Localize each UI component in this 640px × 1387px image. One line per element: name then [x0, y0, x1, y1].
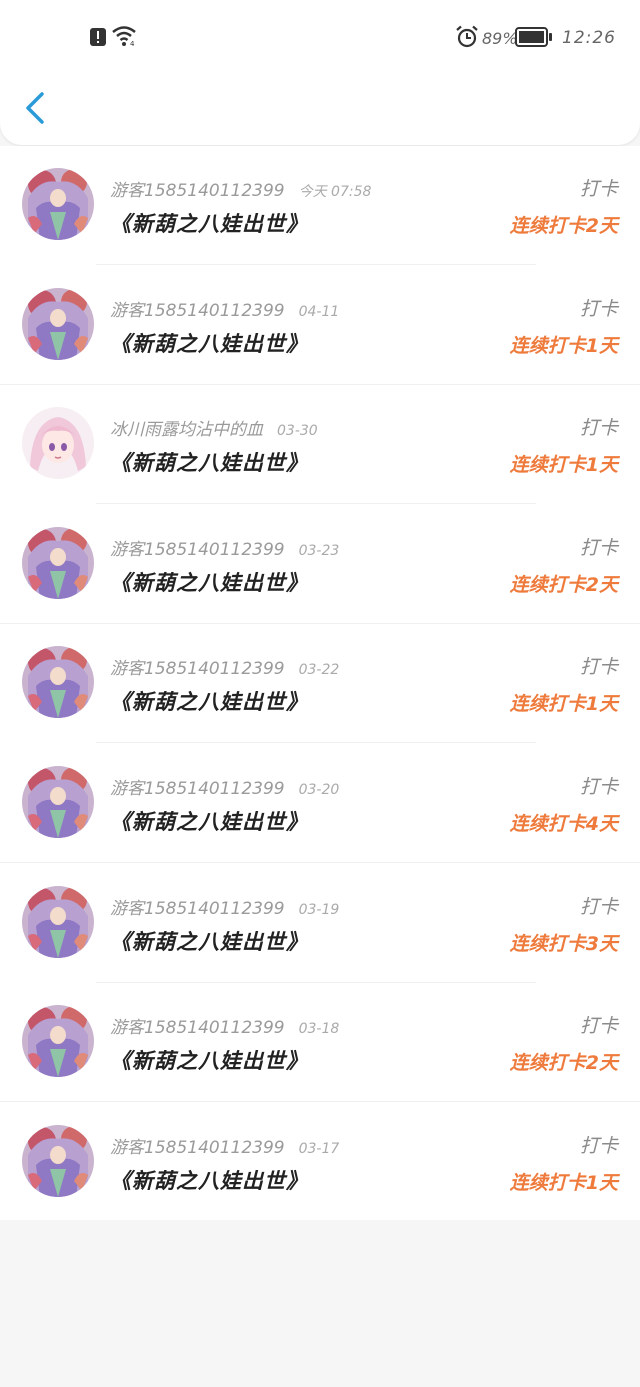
anime-avatar-red-icon — [22, 885, 94, 958]
anime-avatar-red-icon — [22, 1124, 94, 1197]
streak-text: 连续打卡2天 — [509, 215, 618, 237]
user-name: 冰川雨露均沾中的血 03-30 — [110, 415, 318, 440]
user-name: 游客1585140112399 03-22 — [110, 654, 339, 679]
checkin-date: 03-17 — [298, 1140, 340, 1157]
user-name-text: 游客1585140112399 — [110, 300, 285, 321]
avatar[interactable] — [22, 766, 94, 838]
battery-percent: 89% — [482, 29, 518, 48]
checkin-row[interactable]: 游客1585140112399 03-18 《新葫之八娃出世》 打卡 连续打卡2天 — [0, 983, 640, 1103]
user-name: 游客1585140112399 03-18 — [110, 1013, 339, 1038]
checkin-list: 游客1585140112399 今天 07:58 《新葫之八娃出世》 打卡 连续打… — [0, 146, 640, 1220]
streak-text: 连续打卡2天 — [509, 1052, 618, 1075]
checkin-tag: 打卡 — [579, 656, 618, 679]
checkin-row[interactable]: 冰川雨露均沾中的血 03-30 《新葫之八娃出世》 打卡 连续打卡1天 — [0, 385, 640, 505]
checkin-row[interactable]: 游客1585140112399 03-19 《新葫之八娃出世》 打卡 连续打卡3天 — [0, 864, 640, 983]
top-bar: 4 89% 12:26 — [0, 0, 640, 145]
streak-text: 连续打卡1天 — [509, 1171, 618, 1194]
checkin-tag: 打卡 — [579, 417, 618, 440]
checkin-row[interactable]: 游客1585140112399 03-17 《新葫之八娃出世》 打卡 连续打卡1天 — [0, 1103, 640, 1222]
wifi-icon: 4 — [112, 26, 136, 47]
streak-text: 连续打卡4天 — [509, 813, 618, 835]
user-name-text: 游客1585140112399 — [110, 898, 285, 919]
checkin-row[interactable]: 游客1585140112399 今天 07:58 《新葫之八娃出世》 打卡 连续打… — [0, 146, 640, 265]
streak-text: 连续打卡3天 — [509, 932, 618, 955]
streak-text: 连续打卡1天 — [509, 334, 618, 357]
alarm-icon — [456, 25, 478, 48]
checkin-row[interactable]: 游客1585140112399 03-22 《新葫之八娃出世》 打卡 连续打卡1天 — [0, 624, 640, 744]
checkin-date: 03-19 — [298, 901, 340, 918]
checkin-date: 03-30 — [277, 423, 318, 440]
back-button[interactable] — [18, 90, 54, 126]
anime-avatar-red-icon — [22, 1005, 94, 1078]
book-title[interactable]: 《新葫之八娃出世》 — [110, 567, 308, 597]
user-name-text: 游客1585140112399 — [110, 1018, 285, 1039]
user-name-text: 冰川雨露均沾中的血 — [110, 420, 263, 441]
user-name: 游客1585140112399 04-11 — [110, 296, 339, 321]
user-name: 游客1585140112399 03-17 — [110, 1133, 339, 1158]
book-title[interactable]: 《新葫之八娃出世》 — [110, 1165, 308, 1195]
avatar[interactable] — [22, 885, 94, 958]
avatar[interactable] — [22, 168, 94, 240]
checkin-date: 03-22 — [298, 662, 340, 679]
alert-icon — [90, 28, 106, 46]
checkin-row[interactable]: 游客1585140112399 03-20 《新葫之八娃出世》 打卡 连续打卡4天 — [0, 744, 640, 863]
book-title[interactable]: 《新葫之八娃出世》 — [110, 208, 308, 238]
user-name-text: 游客1585140112399 — [110, 659, 285, 680]
checkin-tag: 打卡 — [579, 178, 618, 200]
user-name: 游客1585140112399 03-19 — [110, 894, 339, 919]
anime-avatar-pink-icon — [22, 407, 94, 480]
checkin-row[interactable]: 游客1585140112399 03-23 《新葫之八娃出世》 打卡 连续打卡2天 — [0, 505, 640, 624]
clock-time: 12:26 — [562, 28, 616, 48]
book-title[interactable]: 《新葫之八娃出世》 — [110, 806, 308, 836]
user-name: 游客1585140112399 今天 07:58 — [110, 176, 371, 201]
user-name: 游客1585140112399 03-20 — [110, 774, 339, 799]
anime-avatar-red-icon — [22, 168, 94, 240]
streak-text: 连续打卡1天 — [509, 693, 618, 716]
streak-text: 连续打卡2天 — [509, 573, 618, 596]
book-title[interactable]: 《新葫之八娃出世》 — [110, 926, 308, 956]
book-title[interactable]: 《新葫之八娃出世》 — [110, 328, 308, 358]
avatar[interactable] — [22, 1005, 94, 1078]
status-bar: 4 89% 12:26 — [0, 0, 640, 76]
checkin-date: 03-20 — [298, 782, 340, 798]
checkin-tag: 打卡 — [579, 1134, 618, 1157]
anime-avatar-red-icon — [22, 766, 94, 838]
checkin-tag: 打卡 — [579, 297, 618, 320]
checkin-date: 03-23 — [298, 542, 340, 559]
checkin-date: 04-11 — [298, 303, 340, 320]
user-name-text: 游客1585140112399 — [110, 539, 285, 560]
anime-avatar-red-icon — [22, 646, 94, 719]
avatar[interactable] — [22, 526, 94, 599]
svg-text:4: 4 — [130, 40, 135, 47]
checkin-date: 03-18 — [298, 1021, 340, 1038]
chevron-left-icon — [26, 92, 44, 124]
user-name-text: 游客1585140112399 — [110, 779, 285, 799]
avatar[interactable] — [22, 1124, 94, 1197]
avatar[interactable] — [22, 646, 94, 719]
battery-icon — [515, 27, 552, 47]
checkin-row[interactable]: 游客1585140112399 04-11 《新葫之八娃出世》 打卡 连续打卡1天 — [0, 266, 640, 385]
book-title[interactable]: 《新葫之八娃出世》 — [110, 1045, 308, 1075]
anime-avatar-red-icon — [22, 287, 94, 360]
user-name-text: 游客1585140112399 — [110, 1137, 285, 1158]
book-title[interactable]: 《新葫之八娃出世》 — [110, 447, 308, 477]
checkin-tag: 打卡 — [579, 776, 618, 798]
avatar[interactable] — [22, 407, 94, 480]
anime-avatar-red-icon — [22, 526, 94, 599]
checkin-tag: 打卡 — [579, 895, 618, 918]
book-title[interactable]: 《新葫之八娃出世》 — [110, 686, 308, 716]
user-name: 游客1585140112399 03-23 — [110, 535, 339, 560]
checkin-date: 今天 07:58 — [298, 184, 372, 200]
checkin-tag: 打卡 — [579, 536, 618, 559]
streak-text: 连续打卡1天 — [509, 454, 618, 477]
checkin-tag: 打卡 — [579, 1015, 618, 1038]
avatar[interactable] — [22, 287, 94, 360]
user-name-text: 游客1585140112399 — [110, 181, 285, 201]
